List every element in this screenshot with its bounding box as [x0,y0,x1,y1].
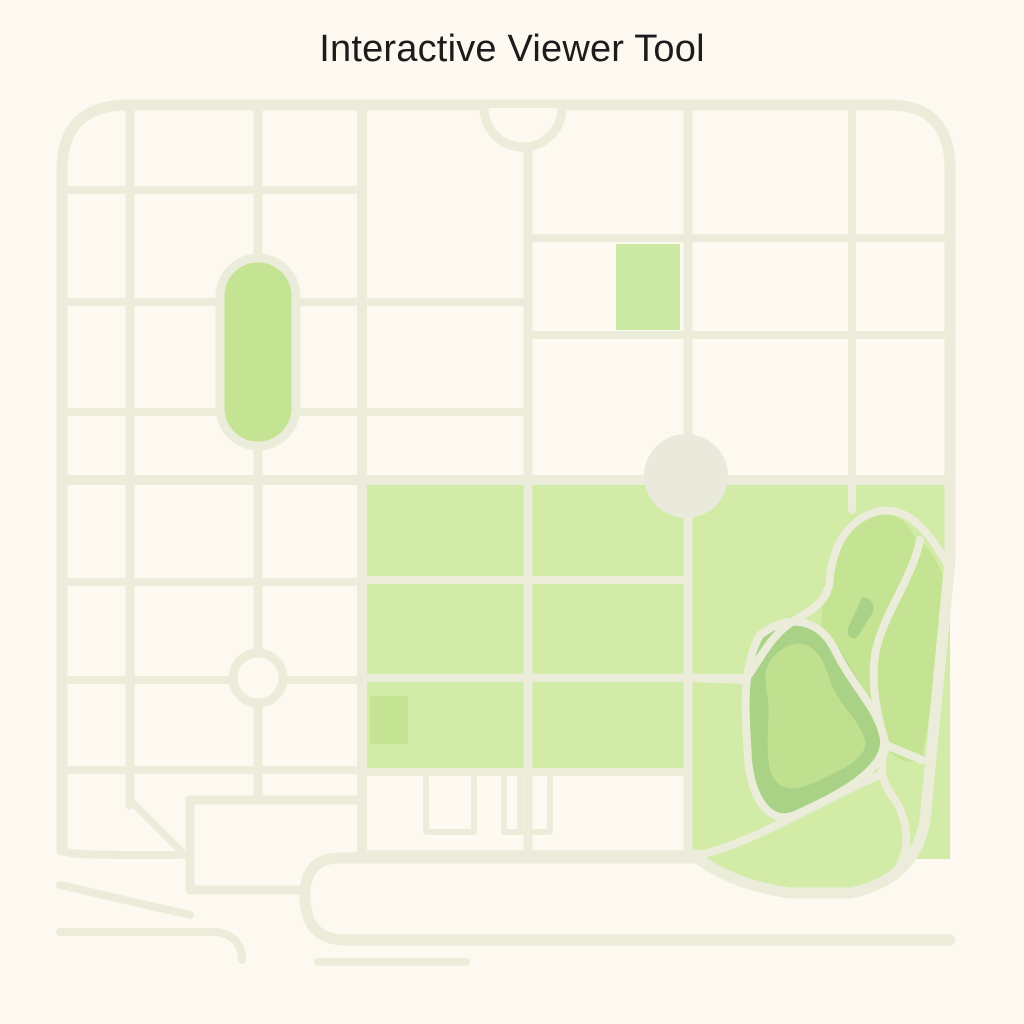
southwest-frontage[interactable] [58,846,184,859]
map-canvas[interactable] [0,0,1024,1024]
central-roundabout[interactable] [644,434,728,518]
north-small-park[interactable] [616,244,680,330]
north-semicircle-plaza[interactable] [479,107,567,152]
south-driveway-a[interactable] [423,775,477,835]
sw-small-park[interactable] [370,696,408,744]
southwest-diagonal[interactable] [126,796,189,859]
west-oval-park[interactable] [223,260,293,444]
west-roundabout[interactable] [228,648,288,708]
southwest-lot[interactable] [185,795,363,895]
southwest-ramp[interactable] [56,881,246,964]
